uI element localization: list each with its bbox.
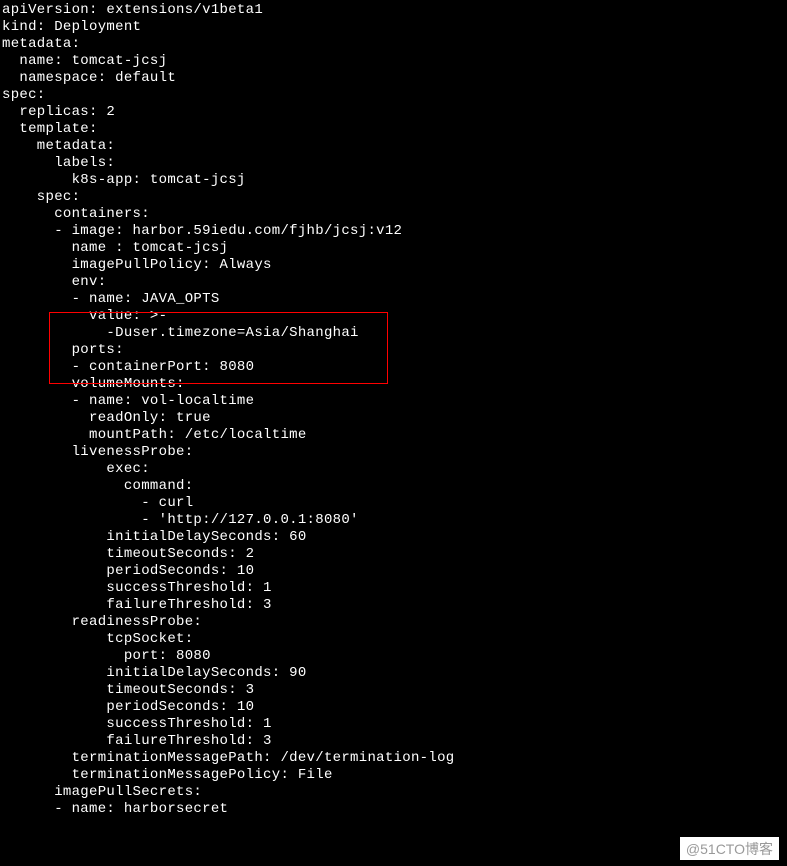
yaml-line: timeoutSeconds: 2 [2,546,787,563]
yaml-line: -Duser.timezone=Asia/Shanghai [2,325,787,342]
terminal-output[interactable]: apiVersion: extensions/v1beta1kind: Depl… [0,0,787,866]
yaml-line: - curl [2,495,787,512]
yaml-line: initialDelaySeconds: 60 [2,529,787,546]
yaml-line: name : tomcat-jcsj [2,240,787,257]
yaml-line: replicas: 2 [2,104,787,121]
yaml-line: metadata: [2,138,787,155]
yaml-line: periodSeconds: 10 [2,699,787,716]
yaml-lines: apiVersion: extensions/v1beta1kind: Depl… [2,2,787,818]
yaml-line: tcpSocket: [2,631,787,648]
yaml-line: ports: [2,342,787,359]
yaml-line: template: [2,121,787,138]
yaml-line: exec: [2,461,787,478]
yaml-line: periodSeconds: 10 [2,563,787,580]
yaml-line: - 'http://127.0.0.1:8080' [2,512,787,529]
yaml-line: spec: [2,189,787,206]
yaml-line: imagePullSecrets: [2,784,787,801]
yaml-line: name: tomcat-jcsj [2,53,787,70]
yaml-line: port: 8080 [2,648,787,665]
yaml-line: mountPath: /etc/localtime [2,427,787,444]
yaml-line: env: [2,274,787,291]
yaml-line: imagePullPolicy: Always [2,257,787,274]
watermark-label: @51CTO博客 [680,837,779,860]
yaml-line: readOnly: true [2,410,787,427]
yaml-line: successThreshold: 1 [2,580,787,597]
yaml-line: value: >- [2,308,787,325]
yaml-line: - image: harbor.59iedu.com/fjhb/jcsj:v12 [2,223,787,240]
yaml-line: containers: [2,206,787,223]
yaml-line: terminationMessagePath: /dev/termination… [2,750,787,767]
yaml-line: successThreshold: 1 [2,716,787,733]
yaml-line: namespace: default [2,70,787,87]
yaml-line: livenessProbe: [2,444,787,461]
yaml-line: metadata: [2,36,787,53]
yaml-line: failureThreshold: 3 [2,733,787,750]
yaml-line: k8s-app: tomcat-jcsj [2,172,787,189]
yaml-line: apiVersion: extensions/v1beta1 [2,2,787,19]
yaml-line: initialDelaySeconds: 90 [2,665,787,682]
yaml-line: terminationMessagePolicy: File [2,767,787,784]
yaml-line: - name: JAVA_OPTS [2,291,787,308]
yaml-line: spec: [2,87,787,104]
yaml-line: - name: harborsecret [2,801,787,818]
yaml-line: command: [2,478,787,495]
yaml-line: - name: vol-localtime [2,393,787,410]
yaml-line: readinessProbe: [2,614,787,631]
yaml-line: failureThreshold: 3 [2,597,787,614]
yaml-line: - containerPort: 8080 [2,359,787,376]
yaml-line: kind: Deployment [2,19,787,36]
yaml-line: volumeMounts: [2,376,787,393]
yaml-line: timeoutSeconds: 3 [2,682,787,699]
yaml-line: labels: [2,155,787,172]
